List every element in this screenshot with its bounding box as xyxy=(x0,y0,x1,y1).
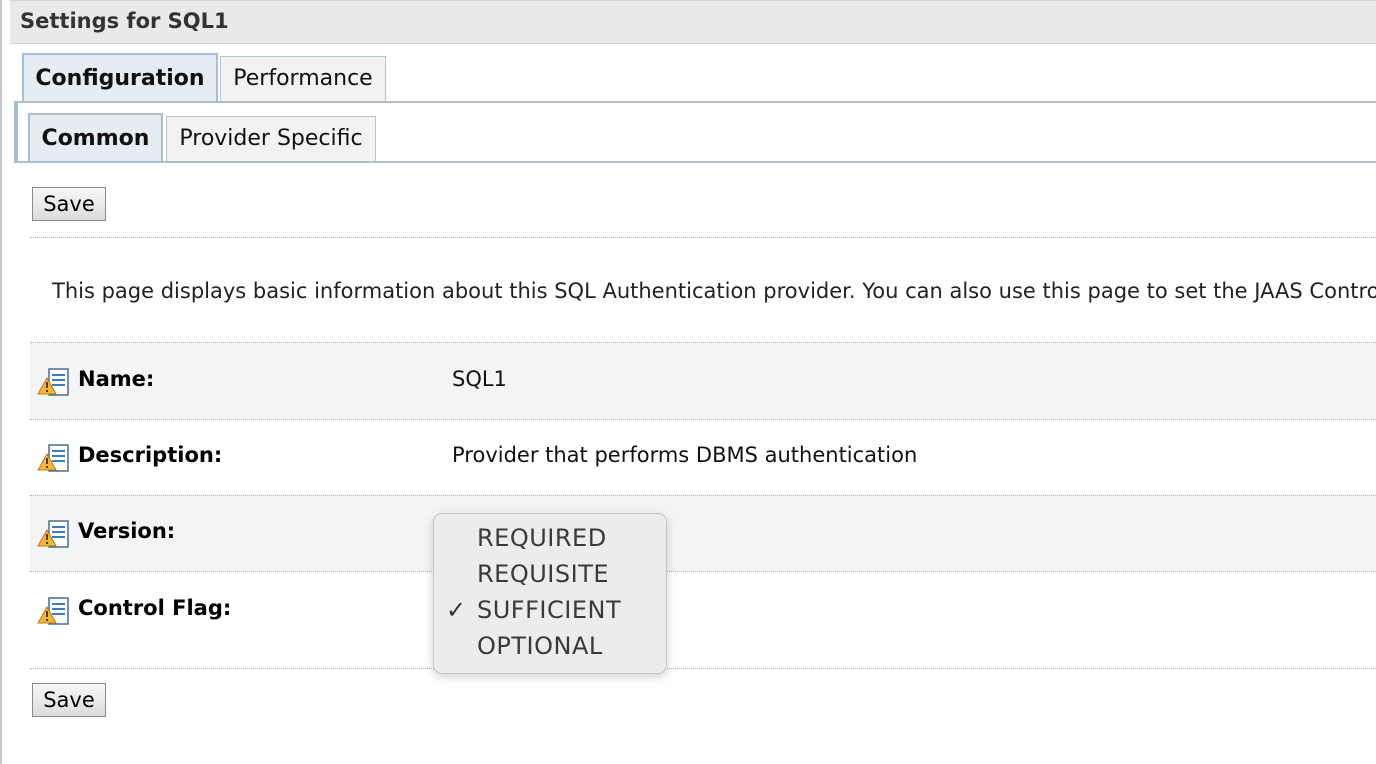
tab-configuration[interactable]: Configuration xyxy=(22,53,218,103)
dropdown-option-optional[interactable]: OPTIONAL xyxy=(477,632,603,660)
dropdown-option-required[interactable]: REQUIRED xyxy=(477,524,607,552)
field-value-description: Provider that performs DBMS authenticati… xyxy=(452,443,918,467)
field-value-name: SQL1 xyxy=(452,367,507,391)
field-row-control-flag: Control Flag: xyxy=(30,571,1376,668)
field-label-description: Description: xyxy=(78,443,223,467)
field-label-control-flag: Control Flag: xyxy=(78,596,232,620)
page-title: Settings for SQL1 xyxy=(20,9,229,33)
field-row-version: Version: xyxy=(30,495,1376,571)
dropdown-option-sufficient[interactable]: SUFFICIENT xyxy=(477,596,621,624)
subtab-panel-edge xyxy=(14,102,18,162)
separator xyxy=(30,237,1376,238)
dropdown-option-requisite[interactable]: REQUISITE xyxy=(477,560,609,588)
help-config-icon[interactable] xyxy=(37,596,71,626)
separator xyxy=(30,668,1376,669)
save-button-top[interactable]: Save xyxy=(32,187,106,221)
help-config-icon[interactable] xyxy=(37,443,71,473)
help-config-icon[interactable] xyxy=(37,519,71,549)
tab-common[interactable]: Common xyxy=(28,113,163,163)
tab-divider xyxy=(14,101,1376,103)
intro-text: This page displays basic information abo… xyxy=(52,279,1376,303)
subtab-divider xyxy=(14,161,1376,163)
field-label-version: Version: xyxy=(78,519,176,543)
help-config-icon[interactable] xyxy=(37,367,71,397)
checkmark-icon: ✓ xyxy=(446,596,467,624)
save-button-bottom[interactable]: Save xyxy=(32,683,106,717)
field-row-name: Name: SQL1 xyxy=(30,342,1376,419)
settings-page: Settings for SQL1 Configuration Performa… xyxy=(0,0,1376,764)
tab-performance[interactable]: Performance xyxy=(220,56,386,103)
title-bar: Settings for SQL1 xyxy=(10,0,1376,44)
field-label-name: Name: xyxy=(78,367,155,391)
control-flag-dropdown[interactable]: REQUIRED REQUISITE ✓ SUFFICIENT OPTIONAL xyxy=(433,513,667,674)
tab-provider-specific[interactable]: Provider Specific xyxy=(166,116,376,163)
field-row-description: Description: Provider that performs DBMS… xyxy=(30,419,1376,495)
